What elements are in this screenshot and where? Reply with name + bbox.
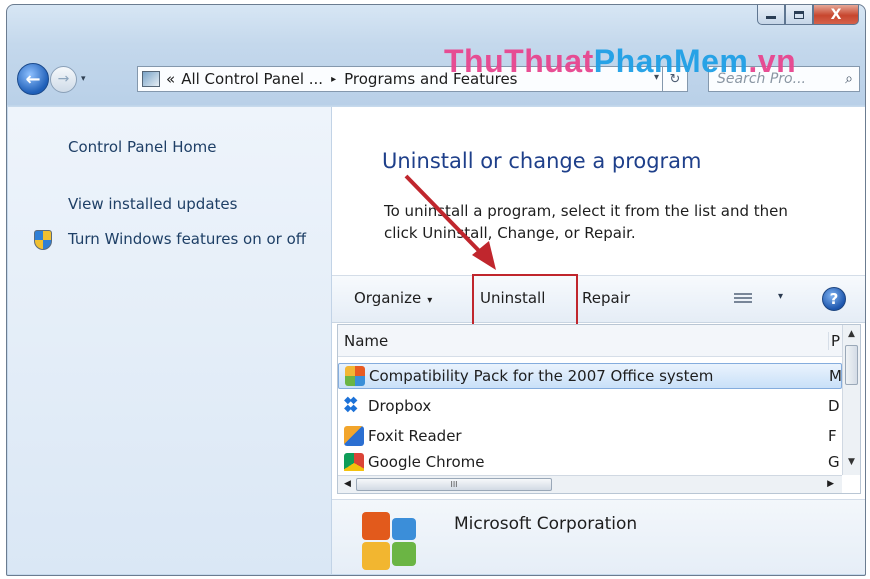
- back-arrow-icon: ←: [25, 68, 41, 90]
- program-publisher: D: [828, 397, 840, 415]
- chrome-icon: [344, 453, 364, 471]
- details-pane: Microsoft Corporation: [332, 499, 865, 574]
- address-chevron[interactable]: «: [166, 70, 175, 88]
- help-button[interactable]: ?: [822, 287, 846, 311]
- scroll-down-icon[interactable]: ▼: [848, 457, 855, 467]
- list-header: Name P: [338, 325, 860, 357]
- maximize-button[interactable]: [785, 5, 813, 25]
- window-caption-buttons: X: [757, 5, 859, 25]
- breadcrumb-all-control-panel[interactable]: All Control Panel ...: [181, 70, 323, 88]
- scroll-right-icon[interactable]: ▶: [827, 479, 834, 489]
- sidebar-link-windows-features[interactable]: Turn Windows features on or off: [68, 229, 318, 249]
- horizontal-scrollbar[interactable]: ◀ III ▶: [338, 475, 842, 493]
- program-publisher: M: [829, 367, 842, 385]
- foxit-icon: [344, 426, 364, 446]
- office-large-icon: [362, 512, 424, 572]
- control-panel-icon: [142, 71, 160, 87]
- list-item[interactable]: Dropbox D: [338, 393, 842, 419]
- horizontal-scroll-thumb[interactable]: III: [356, 478, 552, 491]
- publisher-name: Microsoft Corporation: [454, 514, 638, 534]
- organize-label: Organize: [354, 289, 422, 307]
- breadcrumb-separator[interactable]: ▸: [331, 74, 336, 85]
- recent-pages-dropdown[interactable]: ▾: [81, 74, 86, 84]
- watermark-part2: PhanMem: [593, 43, 749, 79]
- maximize-icon: [794, 10, 804, 19]
- list-item[interactable]: Google Chrome G: [338, 451, 842, 471]
- forward-arrow-icon: →: [57, 71, 70, 87]
- watermark: ThuThuatPhanMem.vn: [444, 43, 796, 80]
- chevron-down-icon: ▾: [427, 295, 433, 306]
- program-name: Foxit Reader: [368, 427, 462, 445]
- nav-buttons: ← → ▾: [17, 63, 86, 95]
- vertical-scroll-thumb[interactable]: [845, 345, 858, 385]
- organize-button[interactable]: Organize ▾: [354, 289, 432, 307]
- sidebar-link-view-installed-updates[interactable]: View installed updates: [68, 194, 237, 214]
- forward-button[interactable]: →: [50, 65, 77, 93]
- page-title: Uninstall or change a program: [382, 149, 702, 173]
- minimize-icon: [766, 15, 776, 19]
- minimize-button[interactable]: [757, 5, 785, 25]
- back-button[interactable]: ←: [17, 63, 49, 95]
- main-pane: Uninstall or change a program To uninsta…: [332, 107, 865, 574]
- search-icon[interactable]: ⌕: [845, 71, 853, 87]
- uninstall-highlight-box: [472, 274, 578, 327]
- close-button[interactable]: X: [813, 5, 859, 25]
- close-icon: X: [830, 6, 842, 23]
- page-description: To uninstall a program, select it from t…: [384, 202, 788, 242]
- program-name: Compatibility Pack for the 2007 Office s…: [369, 367, 714, 385]
- program-name: Dropbox: [368, 397, 432, 415]
- column-publisher[interactable]: P: [828, 332, 840, 350]
- office-icon: [345, 366, 365, 386]
- sidebar: Control Panel Home View installed update…: [8, 107, 332, 574]
- program-name: Google Chrome: [368, 453, 485, 471]
- shield-icon: [34, 230, 52, 250]
- scroll-up-icon[interactable]: ▲: [848, 329, 855, 339]
- watermark-part3: .vn: [748, 43, 797, 79]
- list-item[interactable]: Foxit Reader F: [338, 423, 842, 449]
- program-publisher: G: [828, 453, 840, 471]
- view-dropdown-icon[interactable]: ▾: [778, 291, 783, 302]
- repair-button[interactable]: Repair: [582, 289, 630, 307]
- vertical-scrollbar[interactable]: ▲ ▼: [842, 325, 860, 475]
- watermark-part1: ThuThuat: [444, 43, 594, 79]
- program-publisher: F: [828, 427, 837, 445]
- column-name[interactable]: Name: [344, 332, 388, 350]
- command-bar: Organize ▾ Uninstall Repair ▾ ?: [332, 275, 865, 323]
- view-options-icon[interactable]: [734, 293, 752, 305]
- programs-list[interactable]: Name P Compatibility Pack for the 2007 O…: [337, 324, 861, 494]
- list-item[interactable]: Compatibility Pack for the 2007 Office s…: [338, 363, 842, 389]
- scroll-left-icon[interactable]: ◀: [344, 479, 351, 489]
- sidebar-link-control-panel-home[interactable]: Control Panel Home: [68, 137, 217, 157]
- dropbox-icon: [344, 395, 364, 416]
- programs-features-window: X ← → ▾ « All Control Panel ... ▸ Progra…: [6, 4, 866, 576]
